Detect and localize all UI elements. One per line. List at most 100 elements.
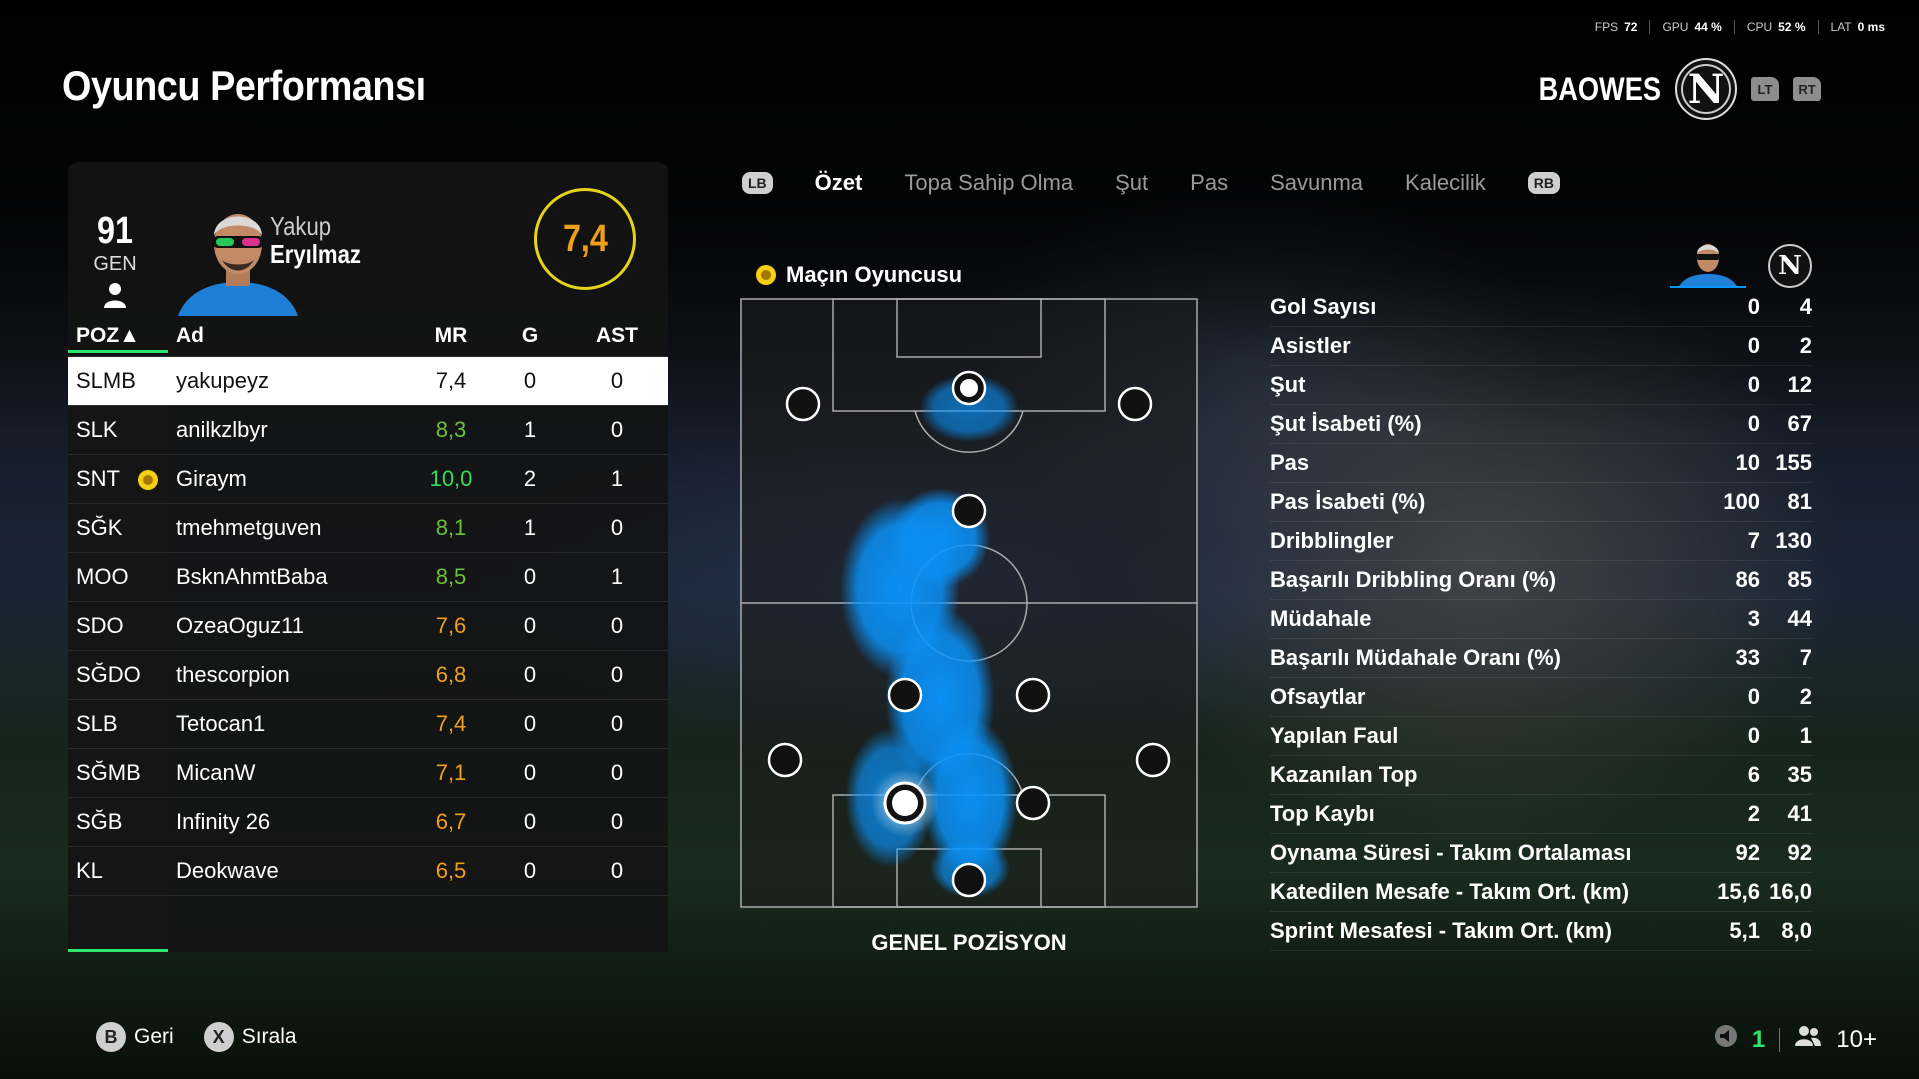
stat-label: Dribblingler [1270, 528, 1394, 553]
table-row[interactable]: KL Deokwave 6,5 0 0 [68, 845, 668, 895]
row-pos-empty [68, 894, 168, 951]
stat-row: Başarılı Müdahale Oranı (%) 33 7 [1270, 639, 1812, 678]
row-g: 1 [494, 404, 566, 454]
tab-pas[interactable]: Pas [1190, 170, 1228, 196]
row-ast: 0 [566, 845, 668, 895]
position-pitch [740, 298, 1198, 908]
stat-row: Şut 0 12 [1270, 366, 1812, 405]
stat-tabs: LB Özet Topa Sahip Olma Şut Pas Savunma … [742, 170, 1560, 196]
stat-player-value: 5,1 [1729, 918, 1760, 943]
col-name[interactable]: Ad [168, 316, 408, 356]
scroll-indicator [68, 949, 168, 952]
player-card: 91 GEN Yakup Eryılmaz 7,4 [68, 162, 668, 316]
cpu-value: 52 % [1778, 20, 1806, 34]
row-mr: 8,5 [408, 551, 494, 601]
row-pos: SDO [68, 600, 168, 650]
row-name: OzeaOguz11 [168, 600, 408, 650]
row-ast: 0 [566, 600, 668, 650]
row-ast: 0 [566, 502, 668, 552]
row-g: 1 [494, 502, 566, 552]
stat-label: Yapılan Faul [1270, 723, 1399, 748]
row-ast: 1 [566, 551, 668, 601]
stat-player-value: 0 [1747, 372, 1760, 397]
footer-status: 1 10+ [1714, 1024, 1877, 1055]
stat-row: Sprint Mesafesi - Takım Ort. (km) 5,1 8,0 [1270, 912, 1812, 951]
row-name: tmehmetguven [168, 502, 408, 552]
overall-rating: 91 GEN [90, 210, 140, 314]
stat-label: Müdahale [1270, 606, 1372, 631]
motm-ball-icon [756, 265, 776, 285]
row-name: yakupeyz [168, 355, 408, 405]
row-ast: 0 [566, 698, 668, 748]
tab-sut[interactable]: Şut [1115, 170, 1148, 196]
col-mr[interactable]: MR [408, 316, 494, 356]
stat-label: Asistler [1270, 333, 1351, 358]
stat-row: Ofsaytlar 0 2 [1270, 678, 1812, 717]
b-button-icon: B [96, 1022, 126, 1052]
tab-topa-sahip-olma[interactable]: Topa Sahip Olma [904, 170, 1073, 196]
stat-row: Dribblingler 7 130 [1270, 522, 1812, 561]
row-pos: SĞMB [68, 747, 168, 797]
stat-team-value: 130 [1775, 528, 1812, 553]
table-row[interactable]: SĞDO thescorpion 6,8 0 0 [68, 649, 668, 699]
stat-label: Kazanılan Top [1270, 762, 1418, 787]
stat-row: Top Kaybı 2 41 [1270, 795, 1812, 834]
row-mr: 6,5 [408, 845, 494, 895]
speaker-icon [1714, 1024, 1738, 1055]
table-row[interactable]: SĞB Infinity 26 6,7 0 0 [68, 796, 668, 846]
match-rating-value: 7,4 [562, 217, 608, 260]
sort-label: Sırala [241, 1025, 297, 1048]
tab-kalecilik[interactable]: Kalecilik [1405, 170, 1486, 196]
row-pos: SLMB [68, 355, 168, 405]
lb-button[interactable]: LB [742, 172, 773, 194]
row-ast: 0 [566, 404, 668, 454]
table-row[interactable]: SDO OzeaOguz11 7,6 0 0 [68, 600, 668, 650]
stats-panel: N Gol Sayısı 0 4 Asistler 0 2 Şut 0 12 Şut İsabet… [1270, 244, 1812, 951]
player-avatar-small [1670, 236, 1746, 288]
motm-header: Maçın Oyuncusu [756, 262, 962, 288]
table-row[interactable]: SĞMB MicanW 7,1 0 0 [68, 747, 668, 797]
col-g[interactable]: G [494, 316, 566, 356]
stat-team-value: 2 [1799, 684, 1812, 709]
player-last-name: Eryılmaz [270, 239, 361, 269]
performance-overlay: FPS 72 GPU 44 % CPU 52 % LAT 0 ms [1583, 20, 1897, 34]
rt-button[interactable]: RT [1793, 77, 1821, 101]
stat-label: Başarılı Dribbling Oranı (%) [1270, 567, 1557, 592]
row-mr: 8,1 [408, 502, 494, 552]
gpu-label: GPU [1662, 20, 1689, 34]
table-row[interactable]: SNT Giraym 10,0 2 1 [68, 453, 668, 503]
row-mr: 7,4 [408, 698, 494, 748]
table-row[interactable]: MOO BsknAhmtBaba 8,5 0 1 [68, 551, 668, 601]
row-mr: 7,4 [408, 355, 494, 405]
rb-button[interactable]: RB [1527, 172, 1560, 194]
tab-ozet[interactable]: Özet [815, 170, 863, 196]
table-row[interactable]: SLK anilkzlbyr 8,3 1 0 [68, 404, 668, 454]
row-g: 0 [494, 600, 566, 650]
stat-team-value: 1 [1799, 723, 1812, 748]
stat-player-value: 92 [1735, 840, 1760, 865]
party-count: 10+ [1836, 1025, 1877, 1053]
stat-label: Pas İsabeti (%) [1270, 489, 1426, 514]
motm-title: Maçın Oyuncusu [786, 262, 963, 287]
row-g: 0 [494, 747, 566, 797]
table-row[interactable]: SĞK tmehmetguven 8,1 1 0 [68, 502, 668, 552]
back-button[interactable]: B Geri [96, 1022, 174, 1052]
fps-label: FPS [1594, 20, 1619, 34]
row-g: 0 [494, 355, 566, 405]
back-label: Geri [134, 1025, 174, 1048]
lt-button[interactable]: LT [1751, 77, 1779, 101]
table-row[interactable]: SLMB yakupeyz 7,4 0 0 [68, 355, 668, 405]
stat-row: Pas 10 155 [1270, 444, 1812, 483]
row-name: Deokwave [168, 845, 408, 895]
stat-player-value: 0 [1747, 333, 1760, 358]
divider [1779, 1027, 1781, 1052]
club-crest-icon: N [1675, 58, 1737, 120]
tab-savunma[interactable]: Savunma [1270, 170, 1363, 196]
row-g: 2 [494, 453, 566, 503]
col-ast[interactable]: AST [566, 316, 668, 356]
stat-player-value: 6 [1747, 762, 1760, 787]
club-header: BAOWES N LT RT [1517, 58, 1821, 120]
sort-button[interactable]: X Sırala [203, 1022, 297, 1052]
table-row[interactable]: SLB Tetocan1 7,4 0 0 [68, 698, 668, 748]
row-pos: KL [68, 845, 168, 895]
